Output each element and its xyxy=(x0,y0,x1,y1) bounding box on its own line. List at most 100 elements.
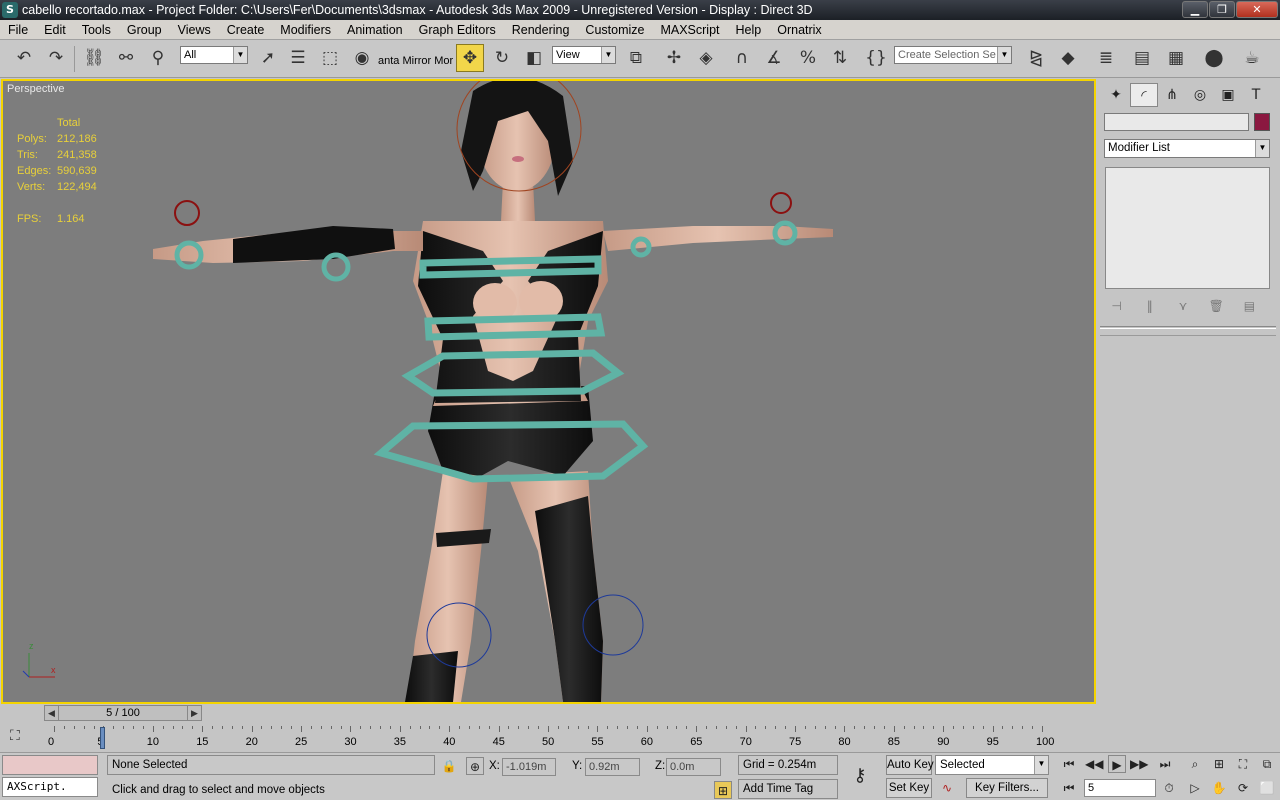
rectangular-selection-icon[interactable]: ⬚ xyxy=(316,44,344,72)
named-selection-sets-dropdown[interactable]: Create Selection Se ▼ xyxy=(894,46,1012,64)
render-setup-icon[interactable]: ☕ xyxy=(1238,44,1266,72)
lock-selection-icon[interactable]: 🔒 xyxy=(440,757,458,775)
select-and-rotate-icon[interactable]: ↻ xyxy=(488,44,516,72)
make-unique-icon[interactable]: ⋎ xyxy=(1172,295,1193,317)
manipulate-icon[interactable]: ✢ xyxy=(660,44,688,72)
go-to-end-icon[interactable]: ⏭ xyxy=(1156,755,1174,773)
hierarchy-tab-icon[interactable]: ⋔ xyxy=(1158,83,1186,107)
open-mini-curve-editor-icon[interactable]: ⛶ xyxy=(10,728,32,746)
object-name-field[interactable] xyxy=(1104,113,1249,131)
select-object-icon[interactable]: ➚ xyxy=(254,44,282,72)
default-in-out-tangent-icon[interactable]: ∿ xyxy=(938,779,956,797)
play-icon[interactable]: ▶ xyxy=(1108,755,1126,773)
auto-key-button[interactable]: Auto Key xyxy=(886,755,934,775)
zoom-extents-all-icon[interactable]: ⧉ xyxy=(1258,755,1276,773)
maxscript-mini-listener[interactable]: AXScript. xyxy=(2,777,98,797)
layer-manager-icon[interactable]: ≣ xyxy=(1092,44,1120,72)
show-end-result-icon[interactable]: ‖ xyxy=(1139,295,1160,317)
mirror-icon[interactable]: ⧎ xyxy=(1022,44,1050,72)
material-editor-icon[interactable]: ⬤ xyxy=(1200,44,1228,72)
menu-graph-editors[interactable]: Graph Editors xyxy=(411,20,504,40)
menu-create[interactable]: Create xyxy=(219,20,273,40)
time-configuration-icon[interactable]: ⏱ xyxy=(1160,779,1178,797)
motion-tab-icon[interactable]: ◎ xyxy=(1186,83,1214,107)
redo-icon[interactable]: ↷ xyxy=(42,44,70,72)
remove-modifier-icon[interactable]: 🗑 xyxy=(1206,295,1227,317)
spinner-snap-icon[interactable]: ⇅ xyxy=(826,44,854,72)
next-frame-arrow-icon[interactable]: ▶ xyxy=(187,706,201,720)
create-tab-icon[interactable]: ✦ xyxy=(1102,83,1130,107)
field-of-view-icon[interactable]: ▷ xyxy=(1186,779,1204,797)
close-button[interactable]: ✕ xyxy=(1236,1,1278,18)
next-frame-icon[interactable]: ▶▶ xyxy=(1130,755,1148,773)
restore-button[interactable]: ❐ xyxy=(1209,1,1235,18)
menu-ornatrix[interactable]: Ornatrix xyxy=(769,20,829,40)
minimize-button[interactable]: ▁ xyxy=(1182,1,1208,18)
zoom-extents-icon[interactable]: ⛶ xyxy=(1234,755,1252,773)
go-to-start-icon[interactable]: ⏮ xyxy=(1060,755,1078,773)
viewport-label[interactable]: Perspective xyxy=(7,83,64,95)
pan-view-icon[interactable]: ✋ xyxy=(1210,779,1228,797)
display-tab-icon[interactable]: ▣ xyxy=(1214,83,1242,107)
select-and-scale-icon[interactable]: ◧ xyxy=(520,44,548,72)
menu-help[interactable]: Help xyxy=(728,20,770,40)
key-mode-dropdown[interactable]: Selected ▼ xyxy=(935,755,1049,775)
menu-modifiers[interactable]: Modifiers xyxy=(272,20,339,40)
unlink-icon[interactable]: ⚯ xyxy=(112,44,140,72)
selection-filter-dropdown[interactable]: All ▼ xyxy=(180,46,248,64)
track-bar[interactable]: 0510152025303540455055606570758085909510… xyxy=(44,724,1054,750)
modifier-stack[interactable] xyxy=(1105,167,1270,289)
current-frame-marker[interactable] xyxy=(100,727,106,749)
menu-tools[interactable]: Tools xyxy=(74,20,119,40)
utilities-tab-icon[interactable]: T xyxy=(1242,83,1270,107)
menu-animation[interactable]: Animation xyxy=(339,20,411,40)
object-color-swatch[interactable] xyxy=(1254,113,1270,131)
align-icon[interactable]: ◆ xyxy=(1054,44,1082,72)
window-crossing-icon[interactable]: ◉ xyxy=(348,44,376,72)
time-tag-icon[interactable]: ⊞ xyxy=(714,781,732,799)
current-frame-field[interactable]: 5 xyxy=(1084,779,1156,797)
schematic-view-icon[interactable]: ▦ xyxy=(1162,44,1190,72)
menu-customize[interactable]: Customize xyxy=(577,20,652,40)
menu-maxscript[interactable]: MAXScript xyxy=(652,20,727,40)
menu-file[interactable]: File xyxy=(0,20,36,40)
angle-snap-icon[interactable]: ∡ xyxy=(760,44,788,72)
percent-snap-icon[interactable]: % xyxy=(794,44,822,72)
set-key-button[interactable]: Set Key xyxy=(886,778,932,798)
prev-frame-arrow-icon[interactable]: ◀ xyxy=(45,706,59,720)
previous-frame-icon[interactable]: ◀◀ xyxy=(1085,755,1103,773)
select-and-link-icon[interactable]: ⛓ xyxy=(80,44,108,72)
undo-icon[interactable]: ↶ xyxy=(10,44,38,72)
modify-tab-icon[interactable]: ◜ xyxy=(1130,83,1158,107)
add-time-tag-button[interactable]: Add Time Tag xyxy=(738,779,838,799)
maximize-viewport-icon[interactable]: ⬜ xyxy=(1258,779,1276,797)
app-icon[interactable]: S xyxy=(2,2,18,18)
menu-group[interactable]: Group xyxy=(119,20,170,40)
z-coord-field[interactable]: 0.0m xyxy=(666,758,721,776)
menu-views[interactable]: Views xyxy=(170,20,219,40)
key-mode-toggle-icon[interactable]: ⏮ xyxy=(1060,779,1078,797)
curve-editor-icon[interactable]: ▤ xyxy=(1128,44,1156,72)
time-slider[interactable]: ◀ 5 / 100 ▶ xyxy=(44,705,202,721)
pivot-center-icon[interactable]: ⧉ xyxy=(622,44,650,72)
key-filters-button[interactable]: Key Filters... xyxy=(966,778,1048,798)
menu-rendering[interactable]: Rendering xyxy=(504,20,578,40)
modifier-list-dropdown[interactable]: Modifier List ▼ xyxy=(1104,139,1270,158)
set-keys-icon[interactable]: ⚷ xyxy=(848,767,872,785)
pin-stack-icon[interactable]: ⊣ xyxy=(1106,295,1127,317)
y-coord-field[interactable]: 0.92m xyxy=(585,758,640,776)
maxscript-listener-top[interactable] xyxy=(2,755,98,775)
menu-edit[interactable]: Edit xyxy=(36,20,74,40)
mirror-tool-label[interactable]: anta Mirror Mor xyxy=(378,52,453,70)
orbit-icon[interactable]: ⟳ xyxy=(1234,779,1252,797)
snaps-toggle-icon[interactable]: ∩ xyxy=(728,44,756,72)
keyboard-shortcut-override-icon[interactable]: ◈ xyxy=(692,44,720,72)
perspective-viewport[interactable]: Perspective Total Polys: 212,186 Tris: 241… xyxy=(1,79,1096,704)
select-by-name-icon[interactable]: ☰ xyxy=(284,44,312,72)
reference-coordinate-dropdown[interactable]: View ▼ xyxy=(552,46,616,64)
configure-modifier-sets-icon[interactable]: ▤ xyxy=(1239,295,1260,317)
bind-to-space-warp-icon[interactable]: ⚲ xyxy=(144,44,172,72)
zoom-icon[interactable]: ⌕ xyxy=(1186,755,1204,773)
edit-named-selection-icon[interactable]: {} xyxy=(862,44,890,72)
absolute-mode-transform-icon[interactable]: ⊕ xyxy=(466,757,484,775)
